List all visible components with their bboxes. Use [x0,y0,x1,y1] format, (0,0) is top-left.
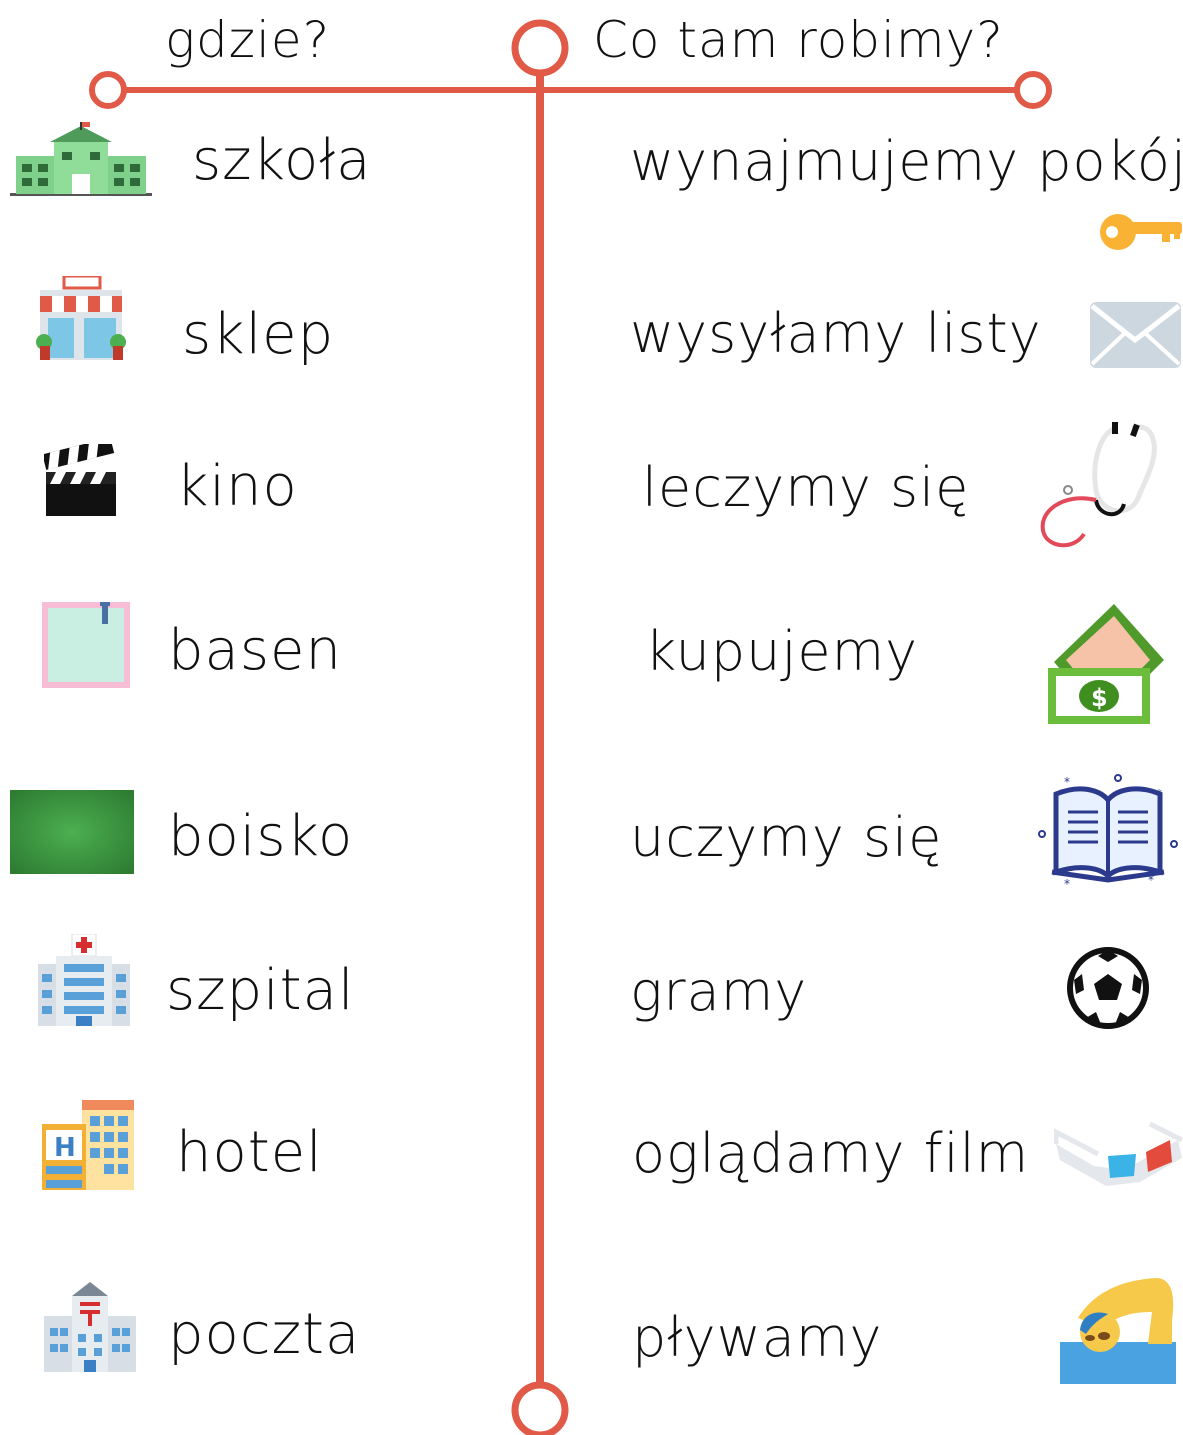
svg-text:*: * [1064,877,1070,891]
bottom-node [511,1381,569,1435]
activity-label-learn: uczymy się [630,806,943,869]
activity-label-get-treatment: leczymy się [642,456,970,519]
shop-icon [36,276,126,360]
grass-field-icon [10,790,134,874]
activity-label-buy: kupujemy [645,620,919,683]
open-book-icon: * * * * [1038,774,1178,891]
place-label-pool: basen [168,618,342,683]
top-node [511,19,569,77]
column-title-where: gdzie? [165,11,331,69]
activity-label-send-letters: wysyłamy listy [630,302,1042,365]
post-office-icon [44,1282,136,1372]
school-icon [10,122,152,196]
place-label-shop: sklep [182,302,335,367]
place-label-school: szkoła [192,128,372,193]
svg-text:*: * [1148,873,1154,887]
key-icon [1100,214,1182,250]
hotel-icon: H [42,1100,134,1190]
place-label-post-office: poczta [168,1302,361,1367]
connector-frame [89,19,1052,1435]
place-label-hospital: szpital [166,958,355,1023]
svg-text:*: * [1156,787,1162,801]
activity-label-rent-room: wynajmujemy pokój [630,130,1183,193]
activity-label-play: gramy [630,960,808,1023]
left-end-node [89,71,127,109]
activity-label-watch-film: oglądamy film [632,1122,1030,1185]
hospital-icon [38,934,130,1026]
clapperboard-icon [44,444,116,516]
right-end-node [1014,71,1052,109]
swimmer-icon [1060,1278,1176,1384]
svg-text:*: * [1064,775,1070,789]
column-title-activities: Co tam robimy? [593,11,1004,69]
pool-icon [42,602,130,688]
place-label-cinema: kino [176,454,298,519]
place-label-hotel: hotel [176,1120,323,1185]
envelope-icon [1090,302,1181,368]
svg-text:$: $ [1091,684,1108,712]
activity-label-swim: pływamy [632,1306,883,1369]
stethoscope-icon [1040,422,1157,548]
svg-text:H: H [54,1133,76,1163]
place-label-field: boisko [168,804,354,869]
money-icon: $ [1048,604,1164,724]
3d-glasses-icon [1054,1121,1183,1186]
soccer-ball-icon [1067,947,1149,1029]
